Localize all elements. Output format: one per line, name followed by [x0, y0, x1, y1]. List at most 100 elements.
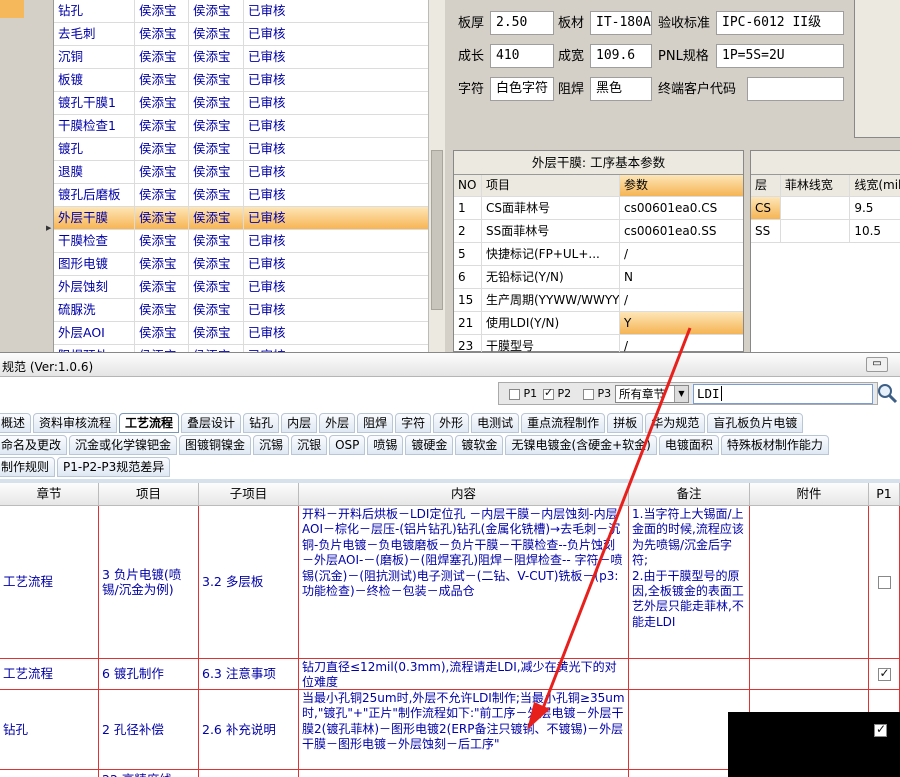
process-row[interactable]: 沉铜 侯添宝 侯添宝 已审核 [54, 46, 428, 69]
tab[interactable]: 内层 [281, 413, 318, 433]
tab[interactable]: 沉银 [291, 435, 328, 455]
tab[interactable]: 沉金或化学镍钯金 [69, 435, 178, 455]
tab[interactable]: 外形 [433, 413, 470, 433]
process-row[interactable]: 外层蚀刻 侯添宝 侯添宝 已审核 [54, 276, 428, 299]
accept-label: 验收标准 [658, 16, 711, 31]
tab[interactable]: 字符 [395, 413, 432, 433]
chapter-select[interactable]: 所有章节 ▼ [615, 385, 689, 403]
p1-filter[interactable]: P1 [509, 387, 537, 401]
process-cell-a: 侯添宝 [135, 161, 189, 183]
chevron-down-icon[interactable]: ▼ [674, 386, 688, 402]
tab[interactable]: 图镀铜镍金 [179, 435, 252, 455]
tab[interactable]: 华为规范 [645, 413, 706, 433]
tab[interactable]: 阻焊 [357, 413, 394, 433]
process-cell-name: 图形电镀 [54, 253, 135, 275]
tab[interactable]: 叠层设计 [181, 413, 242, 433]
legend-field[interactable]: 白色字符 [490, 77, 554, 101]
param-row[interactable]: 6 无铅标记(Y/N) N [454, 266, 743, 289]
p1-checkbox[interactable] [877, 575, 891, 589]
grid-header-subitem[interactable]: 子项目 [199, 483, 299, 506]
grid-header-chapter[interactable]: 章节 [0, 483, 99, 506]
p2-filter[interactable]: P2 [543, 386, 571, 401]
tab[interactable]: 工艺流程 [119, 413, 180, 433]
tab[interactable]: 电镀面积 [658, 435, 719, 455]
endcust-field[interactable] [747, 77, 844, 101]
width-field[interactable]: 109.6 [590, 44, 652, 68]
param-row[interactable]: 21 使用LDI(Y/N) Y [454, 312, 743, 335]
window-titlebar[interactable]: 规范 (Ver:1.0.6) ▭ [0, 352, 900, 377]
tree-selection[interactable] [0, 0, 24, 18]
process-cell-status: 已审核 [248, 49, 286, 64]
process-cell-status: 已审核 [248, 118, 286, 133]
length-field[interactable]: 410 [490, 44, 554, 68]
mask-field[interactable]: 黑色 [590, 77, 652, 101]
tab[interactable]: 外层 [319, 413, 356, 433]
param-row[interactable]: 5 快捷标记(FP+UL+... / [454, 243, 743, 266]
param-cell-value[interactable]: cs00601ea0.CS [620, 197, 743, 219]
param-cell-value[interactable]: Y [620, 312, 743, 334]
p3-checkbox[interactable] [583, 388, 594, 400]
tab[interactable]: 概述 [0, 413, 32, 433]
p1-checkbox[interactable] [877, 666, 891, 681]
thickness-field[interactable]: 2.50 [490, 11, 554, 35]
tab[interactable]: 无镍电镀金(含硬金+软金) [505, 435, 657, 455]
process-row[interactable]: 镀孔 侯添宝 侯添宝 已审核 [54, 138, 428, 161]
process-row[interactable]: 板镀 侯添宝 侯添宝 已审核 [54, 69, 428, 92]
process-row[interactable]: 外层干膜 侯添宝 侯添宝 已审核 [54, 207, 428, 230]
p2-checkbox[interactable] [543, 386, 554, 400]
param-row[interactable]: 15 生产周期(YYWW/WWYY) / [454, 289, 743, 312]
param-cell-value[interactable]: cs00601ea0.SS [620, 220, 743, 242]
process-row[interactable]: 干膜检查1 侯添宝 侯添宝 已审核 [54, 115, 428, 138]
accept-field[interactable]: IPC-6012 II级 [716, 11, 844, 35]
p1-checkbox[interactable] [509, 388, 520, 400]
tab[interactable]: 镀硬金 [405, 435, 454, 455]
process-row[interactable]: 外层AOI 侯添宝 侯添宝 已审核 [54, 322, 428, 345]
tab[interactable]: OSP [329, 435, 366, 455]
p3-filter[interactable]: P3 [583, 387, 611, 401]
process-list-scrollbar[interactable] [428, 0, 445, 352]
tab[interactable]: 资料审核流程 [33, 413, 118, 433]
scrollbar-thumb[interactable] [431, 150, 443, 310]
search-input[interactable]: LDI [693, 384, 873, 404]
material-field[interactable]: IT-180A [590, 11, 652, 35]
tab[interactable]: 特殊板材制作能力 [720, 435, 829, 455]
process-row[interactable]: 钻孔 侯添宝 侯添宝 已审核 [54, 0, 428, 23]
param-cell-value[interactable]: N [620, 266, 743, 288]
process-row[interactable]: 镀孔后磨板 侯添宝 侯添宝 已审核 [54, 184, 428, 207]
grid-header-remark[interactable]: 备注 [629, 483, 750, 506]
param-cell-value[interactable]: / [620, 243, 743, 265]
process-row[interactable]: 图形电镀 侯添宝 侯添宝 已审核 [54, 253, 428, 276]
process-row[interactable]: 硫脲洗 侯添宝 侯添宝 已审核 [54, 299, 428, 322]
process-row[interactable]: 退膜 侯添宝 侯添宝 已审核 [54, 161, 428, 184]
line-width-row[interactable]: CS 9.5 [751, 197, 900, 220]
grid-cell-subitem [199, 770, 299, 777]
tab[interactable]: 盲孔板负片电镀 [707, 413, 804, 433]
process-row[interactable]: 干膜检查 侯添宝 侯添宝 已审核 [54, 230, 428, 253]
tab[interactable]: 命名及更改 [0, 435, 68, 455]
tab[interactable]: 沉锡 [253, 435, 290, 455]
process-row[interactable]: 镀孔干膜1 侯添宝 侯添宝 已审核 [54, 92, 428, 115]
grid-text-item: 22 高精度线 [102, 772, 172, 777]
tab[interactable]: 喷锡 [367, 435, 404, 455]
tab[interactable]: 钻孔 [243, 413, 280, 433]
grid-header-item[interactable]: 项目 [99, 483, 199, 506]
line-width-row[interactable]: SS 10.5 [751, 220, 900, 243]
grid-header-p1[interactable]: P1 [869, 483, 900, 506]
param-row[interactable]: 2 SS面菲林号 cs00601ea0.SS [454, 220, 743, 243]
pnl-field[interactable]: 1P=5S=2U [716, 44, 844, 68]
grid-header-content[interactable]: 内容 [299, 483, 629, 506]
minimize-button[interactable]: ▭ [866, 357, 888, 372]
p1-row-checkbox[interactable] [874, 722, 887, 737]
tab[interactable]: 制作规则 [0, 457, 56, 477]
param-row[interactable]: 1 CS面菲林号 cs00601ea0.CS [454, 197, 743, 220]
tab[interactable]: 镀软金 [455, 435, 504, 455]
process-row[interactable]: 去毛刺 侯添宝 侯添宝 已审核 [54, 23, 428, 46]
tab[interactable]: 拼板 [607, 413, 644, 433]
search-icon[interactable] [875, 382, 899, 408]
tab[interactable]: P1-P2-P3规范差异 [57, 457, 171, 477]
param-cell-value[interactable]: / [620, 289, 743, 311]
grid-header-attach[interactable]: 附件 [750, 483, 869, 506]
tab[interactable]: 电测试 [471, 413, 520, 433]
process-cell-status: 已审核 [248, 141, 286, 156]
tab[interactable]: 重点流程制作 [521, 413, 606, 433]
